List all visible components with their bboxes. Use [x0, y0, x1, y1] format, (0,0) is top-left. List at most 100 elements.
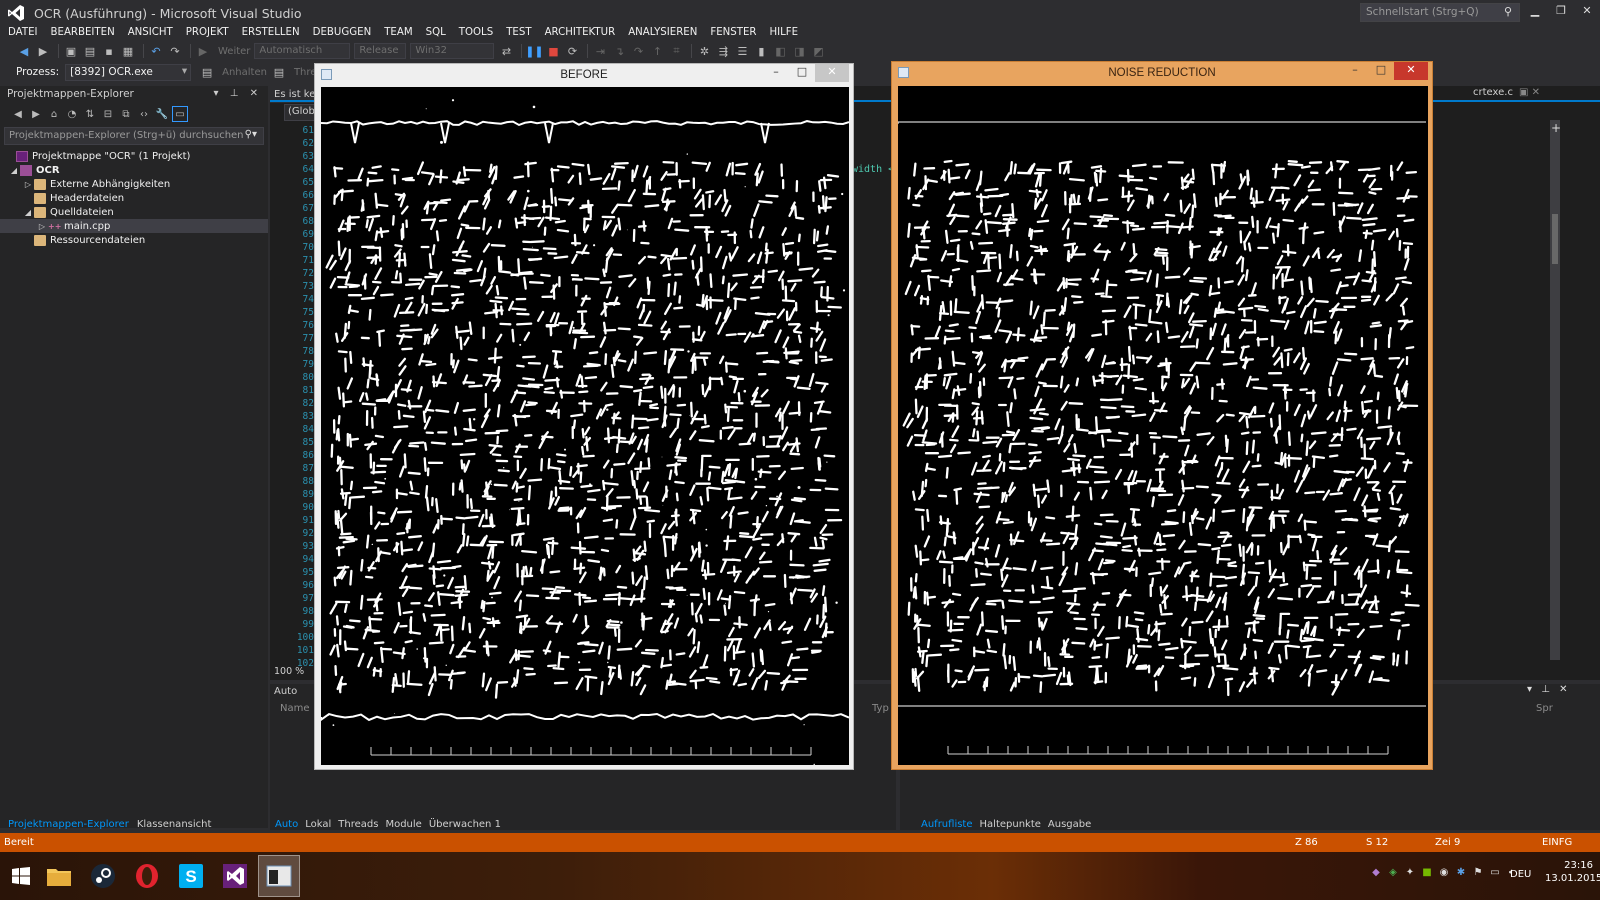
zoom-level[interactable]: 100 % [274, 666, 304, 677]
menu-erstellen[interactable]: ERSTELLEN [242, 27, 300, 38]
prev-bookmark-icon[interactable]: ◧ [772, 43, 788, 59]
hex-display-icon[interactable]: ⌗ [668, 43, 684, 59]
scope-combo[interactable]: (Globa [284, 104, 318, 121]
tab-module[interactable]: Module [385, 819, 421, 830]
menu-analysieren[interactable]: ANALYSIEREN [628, 27, 697, 38]
panel-pin-icon[interactable]: ▾ ⊥ ✕ [214, 88, 262, 99]
expand-arrow-icon[interactable]: ▷ [36, 222, 48, 231]
step-out-icon[interactable]: ↑ [649, 43, 665, 59]
tab-class-view[interactable]: Klassenansicht [137, 819, 212, 830]
undo-icon[interactable]: ↶ [148, 43, 164, 59]
home-icon[interactable]: ⌂ [46, 106, 62, 122]
solution-search-input[interactable]: Projektmappen-Explorer (Strg+ü) durchsuc… [4, 127, 264, 145]
menu-bearbeiten[interactable]: BEARBEITEN [51, 27, 115, 38]
clock[interactable]: 23:16 13.01.2015 [1545, 859, 1600, 885]
collapse-arrow-icon[interactable]: ◢ [8, 166, 20, 175]
search-icon[interactable]: ⚲▾ [245, 129, 257, 140]
pending-changes-icon[interactable]: ◔ [64, 106, 80, 122]
debug-mode-combo[interactable]: Automatisch [254, 43, 351, 59]
comment-icon[interactable]: ☰ [734, 43, 750, 59]
process-combo[interactable]: [8392] OCR.exe [65, 63, 192, 81]
menu-tools[interactable]: TOOLS [459, 27, 493, 38]
tree-item-external-deps[interactable]: ▷ Externe Abhängigkeiten [0, 177, 268, 191]
forward-icon[interactable]: ▶ [28, 106, 44, 122]
minimize-icon[interactable]: – [1342, 62, 1368, 80]
quick-launch-input[interactable]: Schnellstart (Strg+Q) [1360, 3, 1520, 22]
shield-icon[interactable]: ◈ [1387, 867, 1399, 878]
menu-projekt[interactable]: PROJEKT [186, 27, 229, 38]
view-code-icon[interactable]: ‹› [136, 106, 152, 122]
step-into-icon[interactable]: ↴ [611, 43, 627, 59]
properties-icon[interactable]: 🔧 [154, 106, 170, 122]
tray-app-icon[interactable]: ✦ [1404, 867, 1416, 878]
tab-output[interactable]: Ausgabe [1048, 819, 1091, 830]
save-all-icon[interactable]: ▦ [120, 43, 136, 59]
minimize-icon[interactable]: – [763, 64, 789, 82]
stop-icon[interactable]: ■ [545, 43, 561, 59]
ocr-app-icon[interactable] [258, 855, 300, 897]
menu-hilfe[interactable]: HILFE [769, 27, 798, 38]
tab-threads[interactable]: Threads [338, 819, 378, 830]
search-icon[interactable]: ⚲ [1504, 5, 1512, 18]
continue-icon[interactable]: ▶ [195, 43, 211, 59]
panel-controls-icon[interactable]: ▾ ⊥ ✕ [1527, 684, 1570, 695]
restart-icon[interactable]: ⟳ [564, 43, 580, 59]
tree-item-resources[interactable]: Ressourcendateien [0, 233, 268, 247]
menu-datei[interactable]: DATEI [8, 27, 38, 38]
editor-scroll-thumb[interactable] [1552, 214, 1558, 264]
menu-test[interactable]: TEST [506, 27, 531, 38]
maximize-icon[interactable]: □ [1368, 62, 1394, 80]
flag-icon[interactable]: ⚑ [1472, 867, 1484, 878]
tree-item-sources[interactable]: ◢ Quelldateien [0, 205, 268, 219]
document-tab-crtexe[interactable]: crtexe.c ▣ ✕ [1473, 87, 1540, 98]
bookmark-icon[interactable]: ▮ [753, 43, 769, 59]
forward-icon[interactable]: ▶ [35, 43, 51, 59]
bluetooth-icon[interactable]: ✱ [1455, 867, 1467, 878]
split-icon[interactable]: + [1551, 121, 1561, 135]
preview-icon[interactable]: ▭ [172, 106, 188, 122]
attach-icon[interactable]: ⇄ [498, 43, 514, 59]
next-bookmark-icon[interactable]: ◨ [791, 43, 807, 59]
start-button[interactable] [0, 855, 42, 897]
menu-architektur[interactable]: ARCHITEKTUR [545, 27, 616, 38]
close-icon[interactable]: ✕ [1574, 0, 1600, 22]
tab-lokal[interactable]: Lokal [305, 819, 331, 830]
tree-item-headers[interactable]: Headerdateien [0, 191, 268, 205]
skype-icon[interactable]: S [170, 855, 212, 897]
continue-button[interactable]: Weiter [218, 46, 250, 57]
steam-tray-icon[interactable]: ◉ [1438, 867, 1450, 878]
show-next-statement-icon[interactable]: ⇥ [592, 43, 608, 59]
collapse-arrow-icon[interactable]: ◢ [22, 208, 34, 217]
tab-pin-icon[interactable]: ▣ ✕ [1519, 87, 1540, 98]
menu-sql[interactable]: SQL [426, 27, 446, 38]
back-icon[interactable]: ◀ [10, 106, 26, 122]
show-all-files-icon[interactable]: ⧉ [118, 106, 134, 122]
editor-vertical-scrollbar[interactable] [1550, 120, 1560, 660]
noise-reduction-window[interactable]: NOISE REDUCTION – □ ✕ [891, 61, 1433, 770]
expand-arrow-icon[interactable]: ▷ [22, 180, 34, 189]
tree-item-main-cpp[interactable]: ▷ ++ main.cpp [0, 219, 268, 233]
menu-ansicht[interactable]: ANSICHT [128, 27, 173, 38]
collapse-all-icon[interactable]: ⊟ [100, 106, 116, 122]
language-column[interactable]: Spr [1536, 703, 1553, 714]
platform-combo[interactable]: Win32 [410, 43, 495, 59]
sync-icon[interactable]: ⇅ [82, 106, 98, 122]
pause-process-button[interactable]: Anhalten [222, 67, 267, 78]
minimize-icon[interactable]: ▁ [1522, 0, 1548, 22]
menu-debuggen[interactable]: DEBUGGEN [313, 27, 372, 38]
tree-item-solution[interactable]: Projektmappe "OCR" (1 Projekt) [0, 149, 268, 163]
menu-fenster[interactable]: FENSTER [710, 27, 756, 38]
close-icon[interactable]: ✕ [815, 64, 849, 82]
pause-icon[interactable]: ❚❚ [525, 43, 543, 59]
back-icon[interactable]: ◀ [16, 43, 32, 59]
open-file-icon[interactable]: ▤ [82, 43, 98, 59]
vs-tray-icon[interactable]: ◆ [1370, 867, 1382, 878]
tab-breakpoints[interactable]: Haltepunkte [980, 819, 1041, 830]
pause-process-icon[interactable]: ▤ [199, 64, 215, 80]
before-window[interactable]: BEFORE – □ ✕ [314, 63, 854, 770]
thread-combo-icon[interactable]: ▤ [271, 64, 287, 80]
redo-icon[interactable]: ↷ [167, 43, 183, 59]
menu-team[interactable]: TEAM [384, 27, 412, 38]
tab-call-stack[interactable]: Aufrufliste [921, 819, 973, 830]
nvidia-icon[interactable]: ■ [1421, 867, 1433, 878]
